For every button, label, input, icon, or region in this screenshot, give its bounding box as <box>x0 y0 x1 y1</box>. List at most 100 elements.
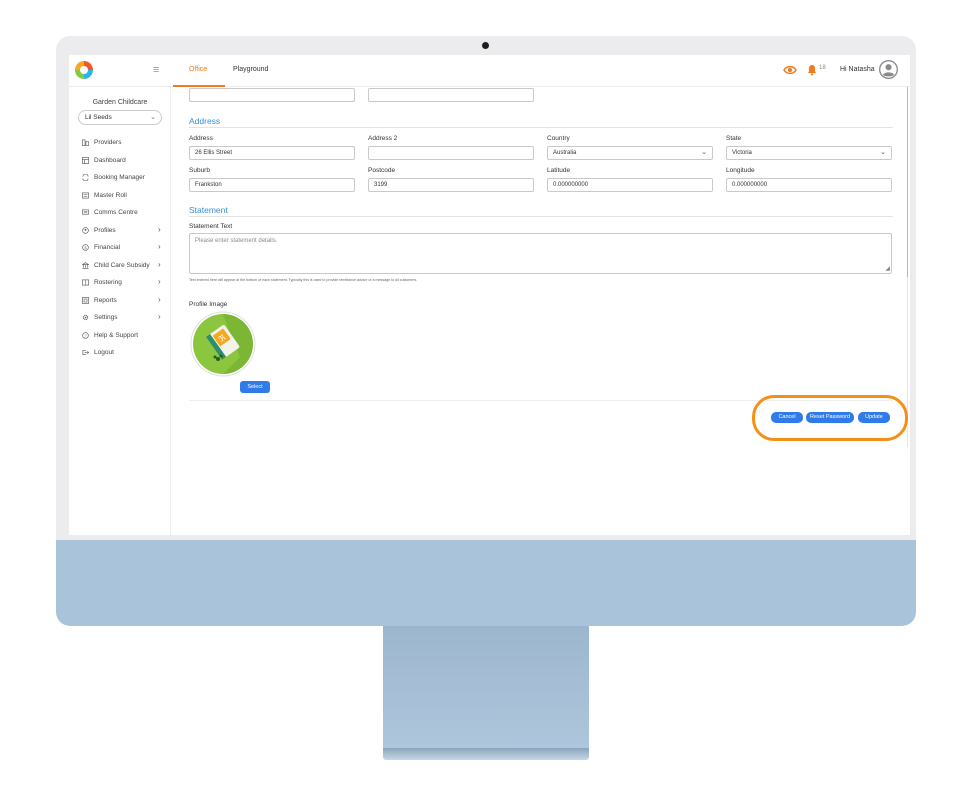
resize-handle-icon[interactable]: ◢ <box>885 266 890 272</box>
select-image-button[interactable]: Select <box>240 381 270 393</box>
rostering-icon <box>82 279 89 286</box>
sidebar: Garden Childcare Lil Seeds ⌄ Providers D… <box>69 87 171 535</box>
dashboard-icon <box>82 156 89 164</box>
statement-textarea[interactable]: Please enter statement details. ◢ <box>189 233 892 274</box>
latitude-label: Latitude <box>547 167 571 174</box>
tab-playground[interactable]: Playground <box>233 66 268 73</box>
suburb-input[interactable]: Frankston <box>189 178 355 192</box>
sidebar-item-label: Financial <box>94 244 121 251</box>
sidebar-item-label: Profiles <box>94 226 116 234</box>
svg-text:?: ? <box>84 332 87 337</box>
camera-icon <box>482 42 489 49</box>
settings-icon <box>82 314 89 321</box>
sidebar-item-label: Child Care Subsidy <box>94 261 150 269</box>
booking-icon <box>82 174 89 181</box>
address2-label: Address 2 <box>368 135 398 142</box>
avatar-icon[interactable] <box>879 60 898 79</box>
sidebar-item-rostering[interactable]: Rostering › <box>69 275 171 293</box>
chevron-right-icon: › <box>158 312 161 321</box>
sidebar-item-help-support[interactable]: ? Help & Support <box>69 328 171 346</box>
help-icon: ? <box>82 331 89 339</box>
tab-office[interactable]: Office <box>189 66 207 73</box>
address2-input[interactable] <box>368 146 534 160</box>
action-buttons-highlight <box>752 395 908 441</box>
notification-count: 18 <box>819 65 826 71</box>
service-select[interactable]: Lil Seeds ⌄ <box>78 110 162 125</box>
monitor-stand <box>383 626 589 748</box>
sidebar-item-label: Booking Manager <box>94 174 145 181</box>
monitor-foot <box>383 748 589 760</box>
stage: ≡ Office Playground 18 Hi Natasha Garden <box>0 0 977 810</box>
svg-text:$: $ <box>84 245 87 250</box>
state-label: State <box>726 135 742 142</box>
sidebar-nav: Providers Dashboard Booking Manager Mast… <box>69 135 171 363</box>
sidebar-item-master-roll[interactable]: Master Roll <box>69 188 171 206</box>
chevron-right-icon: › <box>158 242 161 251</box>
main-content: Address Address 26 Ellis Street Address … <box>172 87 907 447</box>
reports-icon <box>82 296 89 304</box>
address-section-title: Address <box>189 116 221 126</box>
profile-image: ℜ <box>190 311 256 377</box>
state-select[interactable]: Victoria ⌄ <box>726 146 892 160</box>
sidebar-item-label: Dashboard <box>94 156 126 164</box>
longitude-input[interactable]: 0.000000000 <box>726 178 892 192</box>
chevron-right-icon: › <box>158 259 161 269</box>
sidebar-item-child-care-subsidy[interactable]: Child Care Subsidy › <box>69 258 171 276</box>
providers-icon <box>82 139 89 146</box>
sidebar-item-label: Logout <box>94 349 114 356</box>
sidebar-item-label: Comms Centre <box>94 209 138 216</box>
sidebar-item-financial[interactable]: $ Financial › <box>69 240 171 258</box>
chevron-down-icon: ⌄ <box>150 114 156 121</box>
latitude-input-value: 0.000000000 <box>553 182 589 188</box>
top-bar: ≡ Office Playground 18 Hi Natasha <box>69 55 910 87</box>
sidebar-item-reports[interactable]: Reports › <box>69 293 171 311</box>
subsidy-icon <box>82 261 89 269</box>
previous-field-input[interactable] <box>189 88 355 102</box>
previous-field-input[interactable] <box>368 88 534 102</box>
screen: ≡ Office Playground 18 Hi Natasha Garden <box>69 55 910 535</box>
suburb-input-value: Frankston <box>195 182 222 188</box>
sidebar-item-dashboard[interactable]: Dashboard <box>69 153 171 171</box>
sidebar-item-label: Reports <box>94 296 117 304</box>
chevron-right-icon: › <box>158 294 161 304</box>
monitor-chin <box>56 540 916 626</box>
profile-image-label: Profile Image <box>189 301 228 308</box>
sidebar-item-profiles[interactable]: Profiles › <box>69 223 171 241</box>
bell-icon[interactable] <box>807 64 817 76</box>
country-select[interactable]: Australia ⌄ <box>547 146 713 160</box>
sidebar-item-label: Rostering <box>94 279 122 286</box>
sidebar-item-label: Providers <box>94 139 122 146</box>
chevron-down-icon: ⌄ <box>701 149 707 156</box>
section-divider <box>189 127 893 128</box>
logout-icon <box>82 349 89 356</box>
menu-toggle-icon[interactable]: ≡ <box>153 64 159 76</box>
longitude-label: Longitude <box>726 167 755 174</box>
sidebar-item-logout[interactable]: Logout <box>69 345 171 363</box>
statement-text-label: Statement Text <box>189 223 233 230</box>
sidebar-item-booking-manager[interactable]: Booking Manager <box>69 170 171 188</box>
chevron-down-icon: ⌄ <box>880 149 886 156</box>
statement-section-title: Statement <box>189 205 228 215</box>
statement-placeholder: Please enter statement details. <box>195 238 278 244</box>
user-greeting[interactable]: Hi Natasha <box>840 66 875 73</box>
sidebar-item-label: Settings <box>94 314 118 321</box>
latitude-input[interactable]: 0.000000000 <box>547 178 713 192</box>
address-input-value: 26 Ellis Street <box>195 150 233 156</box>
postcode-input[interactable]: 3199 <box>368 178 534 192</box>
address-label: Address <box>189 135 213 142</box>
longitude-input-value: 0.000000000 <box>732 182 768 188</box>
app-logo-icon[interactable] <box>75 61 93 79</box>
financial-icon: $ <box>82 244 89 251</box>
postcode-label: Postcode <box>368 167 396 174</box>
sidebar-item-label: Master Roll <box>94 191 127 199</box>
sidebar-item-providers[interactable]: Providers <box>69 135 171 153</box>
chevron-right-icon: › <box>158 224 161 234</box>
service-select-value: Lil Seeds <box>85 114 112 121</box>
address-input[interactable]: 26 Ellis Street <box>189 146 355 160</box>
chevron-right-icon: › <box>158 277 161 286</box>
postcode-input-value: 3199 <box>374 182 388 188</box>
eye-icon[interactable] <box>783 63 797 77</box>
sidebar-item-settings[interactable]: Settings › <box>69 310 171 328</box>
master-roll-icon <box>82 192 89 198</box>
sidebar-item-comms-centre[interactable]: Comms Centre <box>69 205 171 223</box>
